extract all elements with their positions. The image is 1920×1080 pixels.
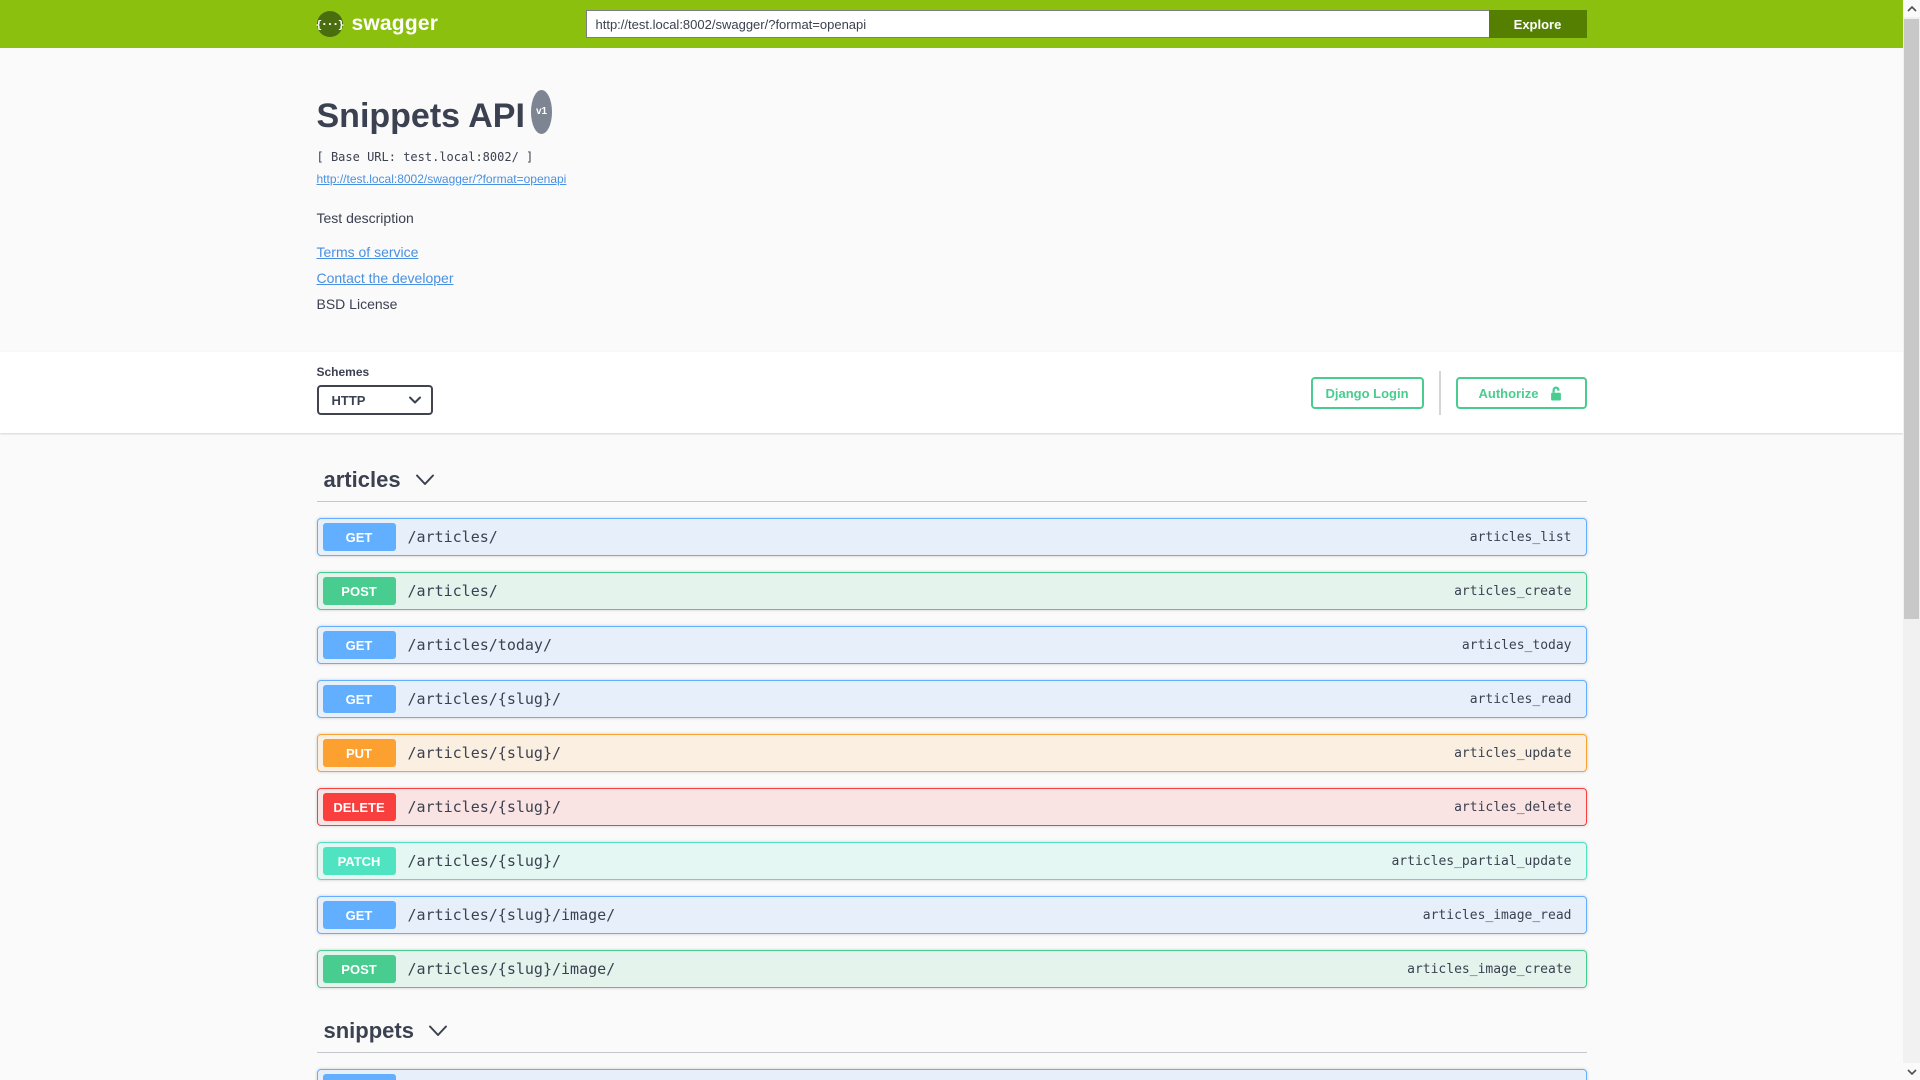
api-title-text: Snippets API xyxy=(316,97,525,135)
operation-path: /articles/{slug}/ xyxy=(407,798,562,816)
explore-form: Explore xyxy=(585,10,1587,38)
scrollbar-down-arrow-icon[interactable] xyxy=(1903,1063,1920,1080)
vertical-scrollbar[interactable] xyxy=(1903,0,1920,1080)
opblock-articles_today[interactable]: GET/articles/today/articles_today xyxy=(316,626,1587,664)
operation-path: /articles/{slug}/ xyxy=(407,690,562,708)
operation-id: articles_image_create xyxy=(1407,961,1572,977)
method-badge: GET xyxy=(322,1074,396,1080)
opblock-articles_delete[interactable]: DELETE/articles/{slug}/ articles_delete xyxy=(316,788,1587,826)
authorize-label: Authorize xyxy=(1478,385,1539,401)
operations-sections: articles GET/articles/articles_list POST/a… xyxy=(316,467,1587,1080)
scheme-selected-value: HTTP xyxy=(331,392,366,408)
operation-id: articles_delete xyxy=(1454,799,1572,815)
base-url: [ Base URL: test.local:8002/ ] xyxy=(316,150,534,164)
tag-divider xyxy=(316,1052,1587,1053)
tag-title: articles xyxy=(323,467,401,492)
method-badge: POST xyxy=(322,955,396,983)
opblock-articles_read[interactable]: GET/articles/{slug}/ articles_read xyxy=(316,680,1587,718)
terms-of-service-link[interactable]: Terms of service xyxy=(317,244,419,260)
license-text: BSD License xyxy=(316,296,398,312)
method-badge: GET xyxy=(322,901,396,929)
method-badge: POST xyxy=(322,577,396,605)
opblock-articles_update[interactable]: PUT/articles/{slug}/ articles_update xyxy=(316,734,1587,772)
operation-id: articles_partial_update xyxy=(1391,853,1572,869)
operations-main: articles GET/articles/articles_list POST/a… xyxy=(0,433,1903,1080)
opblock-articles_partial_update[interactable]: PATCH/articles/{slug}/ articles_partial_u… xyxy=(316,842,1587,880)
api-description: Test description xyxy=(316,210,414,226)
operation-path: /articles/{slug}/ xyxy=(407,744,562,762)
method-badge: PATCH xyxy=(322,847,396,875)
topbar: {···} swagger Explore xyxy=(0,0,1903,48)
opblock-articles_list[interactable]: GET/articles/articles_list xyxy=(316,518,1587,556)
method-badge: PUT xyxy=(322,739,396,767)
contact-developer-link[interactable]: Contact the developer xyxy=(317,270,454,286)
operation-path: /articles/{slug}/image/ xyxy=(407,906,616,924)
operation-id: articles_list xyxy=(1469,529,1572,545)
opblock-articles_image_create[interactable]: POST/articles/{slug}/image/articles_imag… xyxy=(316,950,1587,988)
tag-title: snippets xyxy=(323,1018,414,1043)
operation-path: /articles/ xyxy=(407,528,498,546)
spec-url-input[interactable] xyxy=(585,10,1489,38)
chevron-down-icon xyxy=(415,473,435,487)
schemes-label: Schemes xyxy=(316,365,370,379)
spec-link[interactable]: http://test.local:8002/swagger/?format=o… xyxy=(317,172,567,186)
method-badge: GET xyxy=(322,685,396,713)
api-info-section: Snippets API v1 [ Base URL: test.local:80… xyxy=(0,48,1903,352)
tag-section-snippets: snippets GET/snippets/snippets_list xyxy=(316,1018,1587,1080)
django-login-button[interactable]: Django Login xyxy=(1310,377,1424,409)
api-title: Snippets API v1 xyxy=(316,90,1587,142)
tag-divider xyxy=(316,501,1587,502)
swagger-logo-icon: {···} xyxy=(315,11,345,37)
explore-button[interactable]: Explore xyxy=(1488,10,1587,38)
brand-name: swagger xyxy=(351,12,439,35)
swagger-ui-page: {···} swagger Explore Snippets APIv1 [ B… xyxy=(0,0,1903,1080)
operation-path: /articles/today/ xyxy=(407,636,553,654)
swagger-logo: {···} swagger xyxy=(315,11,439,37)
chevron-down-icon xyxy=(428,1024,448,1038)
method-badge: GET xyxy=(322,523,396,551)
scrollbar-thumb[interactable] xyxy=(1904,19,1919,619)
opblock-snippets_list[interactable]: GET/snippets/snippets_list xyxy=(316,1069,1587,1080)
operation-id: articles_update xyxy=(1454,745,1572,761)
scheme-container: Schemes HTTP Django Login Authorize xyxy=(0,352,1903,433)
auth-wrapper: Django Login Authorize xyxy=(1310,371,1587,415)
authorize-button[interactable]: Authorize xyxy=(1455,377,1587,409)
opblock-articles_create[interactable]: POST/articles/articles_create xyxy=(316,572,1587,610)
schemes-block: Schemes HTTP xyxy=(316,365,433,415)
version-badge: v1 xyxy=(530,90,553,134)
operation-path: /articles/ xyxy=(407,582,498,600)
chevron-down-icon xyxy=(408,396,421,404)
scrollbar-up-arrow-icon[interactable] xyxy=(1903,0,1920,17)
scheme-select[interactable]: HTTP xyxy=(316,385,433,415)
operation-id: articles_image_read xyxy=(1422,907,1572,923)
operation-id: articles_create xyxy=(1454,583,1572,599)
operation-id: articles_read xyxy=(1469,691,1572,707)
operation-path: /articles/{slug}/ xyxy=(407,852,562,870)
operation-id: articles_today xyxy=(1461,637,1572,653)
opblock-articles_image_read[interactable]: GET/articles/{slug}/image/articles_image… xyxy=(316,896,1587,934)
tag-section-articles: articles GET/articles/articles_list POST/a… xyxy=(316,467,1587,988)
auth-divider xyxy=(1438,371,1441,415)
method-badge: DELETE xyxy=(322,793,396,821)
unlock-icon xyxy=(1549,385,1563,402)
tag-header-snippets[interactable]: snippets xyxy=(317,1018,1587,1044)
operation-path: /articles/{slug}/image/ xyxy=(407,960,616,978)
tag-header-articles[interactable]: articles xyxy=(317,467,1587,493)
method-badge: GET xyxy=(322,631,396,659)
